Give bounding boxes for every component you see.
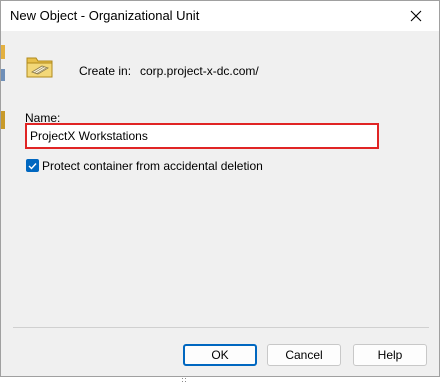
resize-grip-icon [181, 372, 189, 382]
ok-button[interactable]: OK [183, 344, 257, 366]
create-in-label: Create in: [79, 64, 132, 78]
cancel-button[interactable]: Cancel [267, 344, 341, 366]
new-ou-dialog: New Object - Organizational Unit Create … [0, 0, 440, 382]
checkmark-icon [28, 159, 37, 173]
protect-checkbox-label[interactable]: Protect container from accidental deleti… [42, 159, 263, 173]
help-button[interactable]: Help [353, 344, 427, 366]
close-icon [410, 10, 422, 22]
background-window-edge [1, 39, 5, 379]
protect-checkbox[interactable] [26, 159, 39, 172]
close-button[interactable] [393, 1, 439, 31]
organizational-unit-folder-icon [25, 52, 55, 80]
button-separator [13, 327, 429, 328]
window-title: New Object - Organizational Unit [10, 8, 200, 23]
create-in-path: corp.project-x-dc.com/ [140, 64, 259, 78]
title-bar[interactable]: New Object - Organizational Unit [1, 1, 439, 31]
name-input[interactable] [25, 123, 379, 149]
